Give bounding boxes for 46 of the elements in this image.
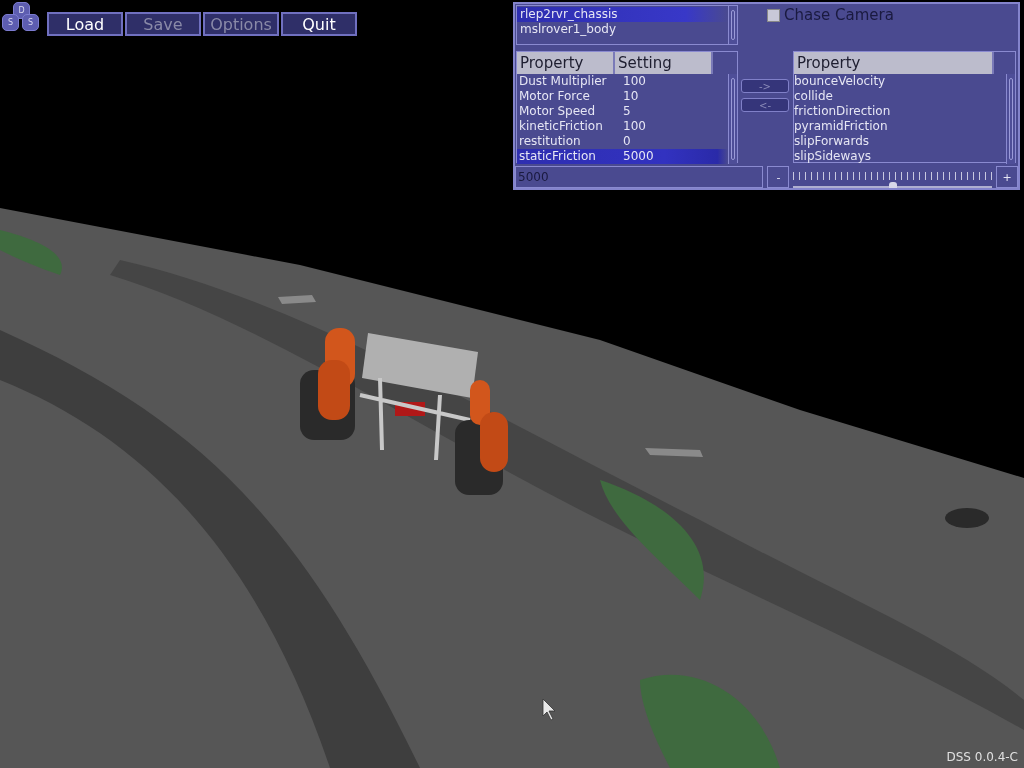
checkbox[interactable] (767, 8, 780, 22)
logo-cube: S (2, 14, 19, 31)
slider-thumb[interactable] (888, 182, 897, 188)
scrollbar[interactable] (728, 6, 737, 44)
property-item[interactable]: pyramidFriction (794, 119, 1006, 134)
property-value: 0 (622, 134, 631, 149)
move-button[interactable]: <- (741, 98, 789, 112)
list-item[interactable]: rlep2rvr_chassis (517, 7, 728, 22)
object-list[interactable]: rlep2rvr_chassis mslrover1_body (516, 5, 738, 45)
property-item[interactable]: frictionDirection (794, 104, 1006, 119)
property-name: Motor Force (518, 89, 591, 104)
table-row[interactable]: restitution 0 (517, 134, 728, 149)
table-row[interactable]: Motor Speed 5 (517, 104, 728, 119)
table-row[interactable]: Motor Force 10 (517, 89, 728, 104)
property-name: restitution (518, 134, 582, 149)
scrollbar[interactable] (728, 74, 737, 164)
toolbar-button[interactable]: Quit (281, 12, 357, 36)
property-name: Dust Multiplier (518, 74, 608, 89)
table-row[interactable]: Dust Multiplier 100 (517, 74, 728, 89)
column-header[interactable]: Property (517, 52, 615, 74)
list-item[interactable]: mslrover1_body (517, 22, 728, 37)
scrollbar[interactable] (1006, 74, 1015, 164)
version-label: DSS 0.0.4-C (946, 750, 1018, 764)
table-row[interactable]: staticFriction 5000 (517, 149, 728, 164)
logo-cube: S (22, 14, 39, 31)
table-row[interactable]: kineticFriction 100 (517, 119, 728, 134)
increment-button[interactable]: + (996, 166, 1018, 188)
property-value: 100 (622, 74, 646, 89)
property-item[interactable]: slipForwards (794, 134, 1006, 149)
property-value: 5 (622, 104, 631, 119)
property-item[interactable]: collide (794, 89, 1006, 104)
property-value: 100 (622, 119, 646, 134)
checkbox-label: Chase Camera (784, 6, 894, 24)
property-name: staticFriction (518, 149, 597, 164)
column-header[interactable]: Setting (615, 52, 713, 74)
column-header[interactable]: Property (794, 52, 994, 74)
move-button[interactable]: -> (741, 79, 789, 93)
property-name: Motor Speed (518, 104, 597, 119)
toolbar-button[interactable]: Load (47, 12, 123, 36)
property-value: 5000 (622, 149, 654, 164)
property-value: 10 (622, 89, 639, 104)
property-item[interactable]: slipSideways (794, 149, 1006, 164)
property-item[interactable]: bounceVelocity (794, 74, 1006, 89)
mouse-cursor-icon (542, 698, 556, 721)
decrement-button[interactable]: - (767, 166, 790, 188)
property-name: kineticFriction (518, 119, 604, 134)
